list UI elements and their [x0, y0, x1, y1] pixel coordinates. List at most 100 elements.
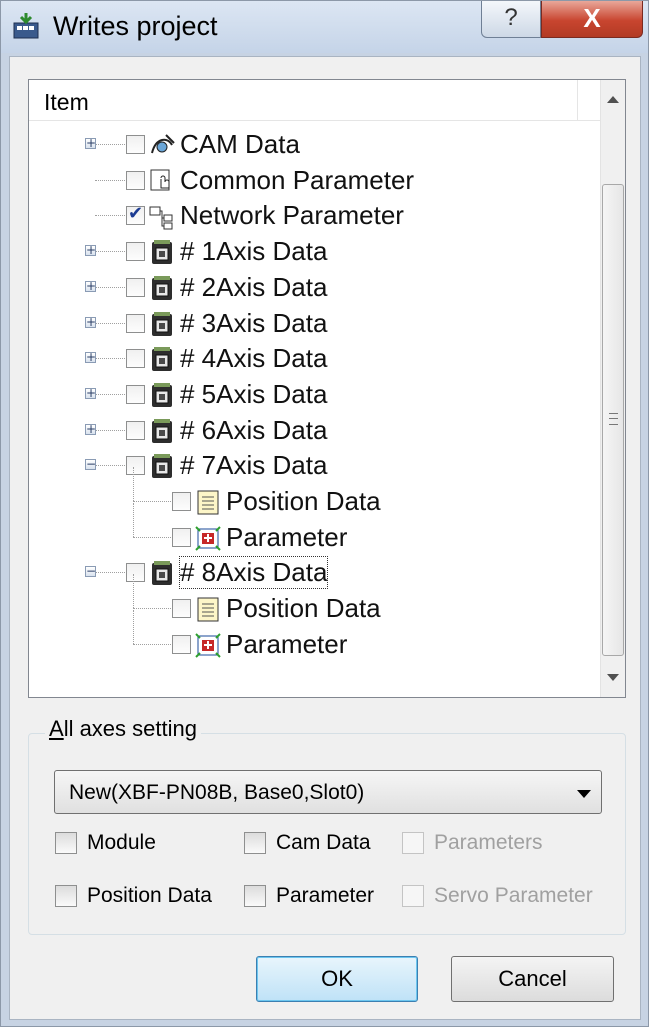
tree-item-checkbox[interactable] — [126, 203, 145, 225]
expand-icon[interactable]: + — [85, 316, 96, 328]
tree-item-label: Network Parameter — [180, 200, 404, 230]
group-title: All axes setting — [45, 716, 201, 742]
tree-item-checkbox[interactable] — [126, 242, 145, 261]
tree-item[interactable]: + # 2Axis Data — [29, 271, 599, 305]
tree-column-header[interactable]: Item — [29, 80, 603, 121]
tree-item-checkbox[interactable] — [126, 421, 145, 440]
tree-connector — [133, 467, 134, 501]
group-title-rest: ll axes setting — [63, 716, 197, 741]
tree-item-label: # 6Axis Data — [180, 415, 328, 445]
tree-item-label: Position Data — [226, 486, 381, 516]
position-data-icon — [197, 490, 219, 515]
expand-icon[interactable]: + — [85, 280, 96, 292]
tree-item-checkbox[interactable] — [172, 635, 191, 654]
module-checkbox[interactable] — [55, 832, 77, 854]
tree-connector — [95, 287, 125, 288]
tree-connector — [133, 610, 134, 644]
tree-connector — [133, 503, 134, 537]
tree-item-checkbox[interactable] — [126, 278, 145, 297]
tree-item[interactable]: − # 8Axis Data — [29, 556, 599, 590]
tree-item-checkbox[interactable] — [126, 171, 145, 190]
tree-item[interactable]: + # 4Axis Data — [29, 342, 599, 376]
tree-item-checkbox[interactable] — [126, 385, 145, 404]
tree-connector — [95, 180, 125, 181]
axis-data-icon — [152, 419, 172, 443]
help-button[interactable]: ? — [481, 1, 541, 38]
parameter-icon — [195, 633, 221, 658]
dialog-body: Item + CAM Data Common Parameter Network Pa… — [9, 56, 641, 1020]
module-select[interactable]: New(XBF-PN08B, Base0,Slot0) — [54, 770, 602, 814]
axis-data-icon — [152, 347, 172, 371]
header-divider — [577, 80, 578, 120]
parameter-label: Parameter — [276, 884, 375, 907]
tree-vertical-scrollbar[interactable] — [600, 80, 625, 697]
scroll-thumb[interactable] — [602, 184, 624, 656]
tree-item-label: # 5Axis Data — [180, 379, 328, 409]
expand-icon[interactable]: + — [85, 387, 96, 399]
tree-item[interactable]: Parameter — [29, 503, 599, 555]
write-project-icon — [13, 13, 39, 39]
tree-item[interactable]: + CAM Data — [29, 128, 599, 162]
tree-connector — [133, 537, 171, 538]
expand-icon[interactable]: + — [85, 351, 96, 363]
tree-item-checkbox[interactable] — [126, 314, 145, 333]
position-data-checkbox[interactable] — [55, 885, 77, 907]
tree-item[interactable]: Position Data — [29, 467, 599, 519]
parameters-checkbox[interactable] — [402, 832, 424, 854]
collapse-icon[interactable]: − — [85, 565, 96, 577]
tree-item-label: # 8Axis Data — [178, 556, 329, 589]
scroll-down-arrow-icon[interactable] — [607, 674, 619, 681]
tree-connector — [95, 394, 125, 395]
tree-item[interactable]: − # 7Axis Data — [29, 449, 599, 483]
cancel-button[interactable]: Cancel — [451, 956, 614, 1002]
axis-data-icon — [152, 240, 172, 264]
ok-button[interactable]: OK — [256, 956, 418, 1002]
parameter-icon — [195, 526, 221, 551]
tree-connector — [95, 215, 125, 216]
tree-item[interactable]: Common Parameter — [29, 164, 599, 198]
cam-data-checkbox[interactable] — [244, 832, 266, 854]
tree-connector — [95, 358, 125, 359]
parameter-checkbox[interactable] — [244, 885, 266, 907]
group-title-accel: A — [49, 716, 64, 741]
expand-icon[interactable]: + — [85, 244, 96, 256]
project-tree[interactable]: Item + CAM Data Common Parameter Network Pa… — [28, 79, 626, 698]
tree-connector — [95, 572, 125, 573]
tree-connector — [95, 430, 125, 431]
title-bar[interactable]: Writes project ? X — [1, 1, 648, 53]
servo-parameter-checkbox[interactable] — [402, 885, 424, 907]
tree-item[interactable]: + # 6Axis Data — [29, 414, 599, 448]
tree-item-checkbox[interactable] — [172, 599, 191, 618]
tree-connector — [133, 501, 171, 502]
parameters-label: Parameters — [434, 831, 543, 854]
scroll-up-arrow-icon[interactable] — [607, 96, 619, 103]
position-data-icon — [197, 597, 219, 622]
tree-item-label: # 3Axis Data — [180, 308, 328, 338]
tree-item-checkbox[interactable] — [126, 456, 145, 475]
all-axes-setting-group: All axes setting New(XBF-PN08B, Base0,Sl… — [28, 716, 626, 935]
tree-item[interactable]: + # 1Axis Data — [29, 235, 599, 269]
tree-item-checkbox[interactable] — [126, 563, 145, 582]
tree-connector — [95, 465, 125, 466]
tree-item-checkbox[interactable] — [172, 528, 191, 547]
tree-item-checkbox[interactable] — [126, 135, 145, 154]
tree-item[interactable]: + # 3Axis Data — [29, 307, 599, 341]
tree-connector — [133, 608, 171, 609]
tree-item-checkbox[interactable] — [126, 349, 145, 368]
expand-icon[interactable]: + — [85, 423, 96, 435]
tree-item[interactable]: Network Parameter — [29, 199, 599, 233]
chevron-down-icon[interactable] — [577, 790, 591, 798]
expand-icon[interactable]: + — [85, 137, 96, 149]
tree-item[interactable]: Position Data — [29, 574, 599, 626]
tree-item[interactable]: + # 5Axis Data — [29, 378, 599, 412]
tree-item-checkbox[interactable] — [172, 492, 191, 511]
module-select-value: New(XBF-PN08B, Base0,Slot0) — [69, 781, 365, 804]
axis-data-icon — [152, 312, 172, 336]
axis-data-icon — [152, 561, 172, 585]
close-button[interactable]: X — [541, 1, 643, 38]
tree-item-label: # 2Axis Data — [180, 272, 328, 302]
tree-item[interactable]: Parameter — [29, 610, 599, 662]
collapse-icon[interactable]: − — [85, 458, 96, 470]
tree-connector — [133, 574, 134, 608]
writes-project-dialog: Writes project ? X Item + CAM Data Common … — [0, 0, 649, 1027]
